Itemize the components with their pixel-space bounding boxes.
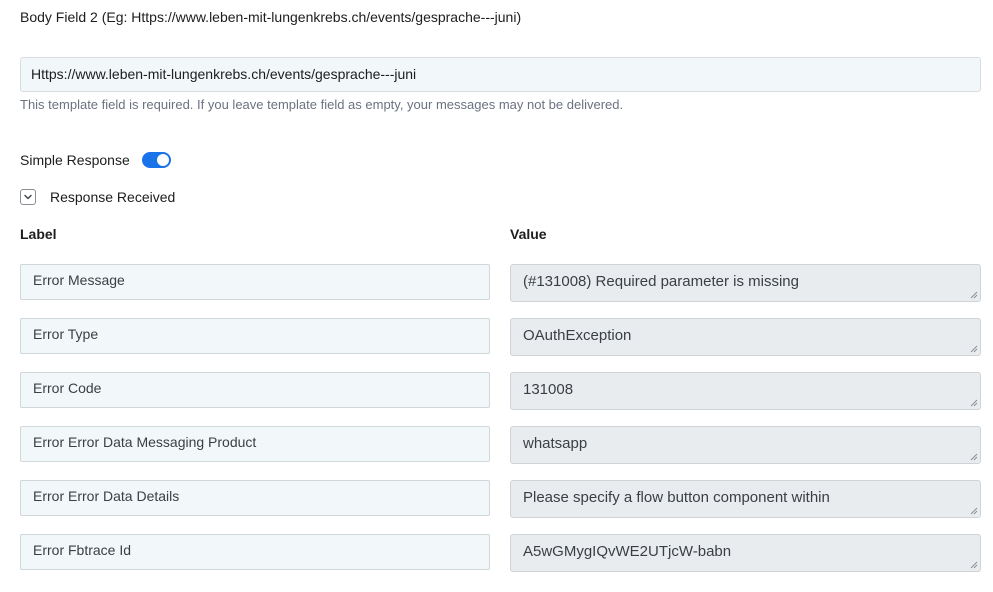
resize-grip-icon[interactable]: [970, 561, 978, 569]
resize-grip-icon[interactable]: [970, 291, 978, 299]
row-value-field[interactable]: A5wGMygIQvWE2UTjcW-babn: [510, 534, 981, 572]
simple-response-toggle[interactable]: [141, 152, 171, 168]
label-column-header: Label: [20, 226, 57, 242]
simple-response-label: Simple Response: [20, 152, 130, 168]
row-label-field[interactable]: Error Error Data Details: [20, 480, 490, 516]
table-row: Error Type OAuthException: [0, 318, 993, 356]
chevron-down-icon[interactable]: [20, 189, 36, 205]
table-row: Error Message (#131008) Required paramet…: [0, 264, 993, 302]
response-received-label: Response Received: [50, 189, 176, 205]
row-value-field[interactable]: Please specify a flow button component w…: [510, 480, 981, 518]
row-label-field[interactable]: Error Message: [20, 264, 490, 300]
row-value-text: A5wGMygIQvWE2UTjcW-babn: [523, 543, 732, 560]
table-row: Error Fbtrace Id A5wGMygIQvWE2UTjcW-babn: [0, 534, 993, 572]
resize-grip-icon[interactable]: [970, 399, 978, 407]
resize-grip-icon[interactable]: [970, 345, 978, 353]
response-panel: Body Field 2 (Eg: Https://www.leben-mit-…: [0, 0, 993, 592]
body-field-label: Body Field 2 (Eg: Https://www.leben-mit-…: [20, 9, 522, 25]
row-value-text: OAuthException: [523, 327, 632, 344]
row-value-field[interactable]: whatsapp: [510, 426, 981, 464]
simple-response-row: Simple Response: [20, 151, 171, 169]
row-label-field[interactable]: Error Fbtrace Id: [20, 534, 490, 570]
table-row: Error Error Data Messaging Product whats…: [0, 426, 993, 464]
row-value-text: 131008: [523, 381, 574, 398]
table-row: Error Error Data Details Please specify …: [0, 480, 993, 518]
row-value-field[interactable]: 131008: [510, 372, 981, 410]
table-row: Error Code 131008: [0, 372, 993, 410]
body-field-input[interactable]: Https://www.leben-mit-lungenkrebs.ch/eve…: [20, 57, 981, 92]
row-value-field[interactable]: OAuthException: [510, 318, 981, 356]
row-value-text: Please specify a flow button component w…: [523, 489, 830, 506]
resize-grip-icon[interactable]: [970, 453, 978, 461]
row-value-text: whatsapp: [523, 435, 588, 452]
value-column-header: Value: [510, 226, 547, 242]
toggle-knob: [156, 154, 169, 166]
response-received-row[interactable]: Response Received: [20, 188, 175, 206]
row-label-field[interactable]: Error Error Data Messaging Product: [20, 426, 490, 462]
resize-grip-icon[interactable]: [970, 507, 978, 515]
row-label-field[interactable]: Error Code: [20, 372, 490, 408]
row-value-field[interactable]: (#131008) Required parameter is missing: [510, 264, 981, 302]
row-label-field[interactable]: Error Type: [20, 318, 490, 354]
row-value-text: (#131008) Required parameter is missing: [523, 273, 799, 290]
required-hint: This template field is required. If you …: [20, 97, 624, 112]
